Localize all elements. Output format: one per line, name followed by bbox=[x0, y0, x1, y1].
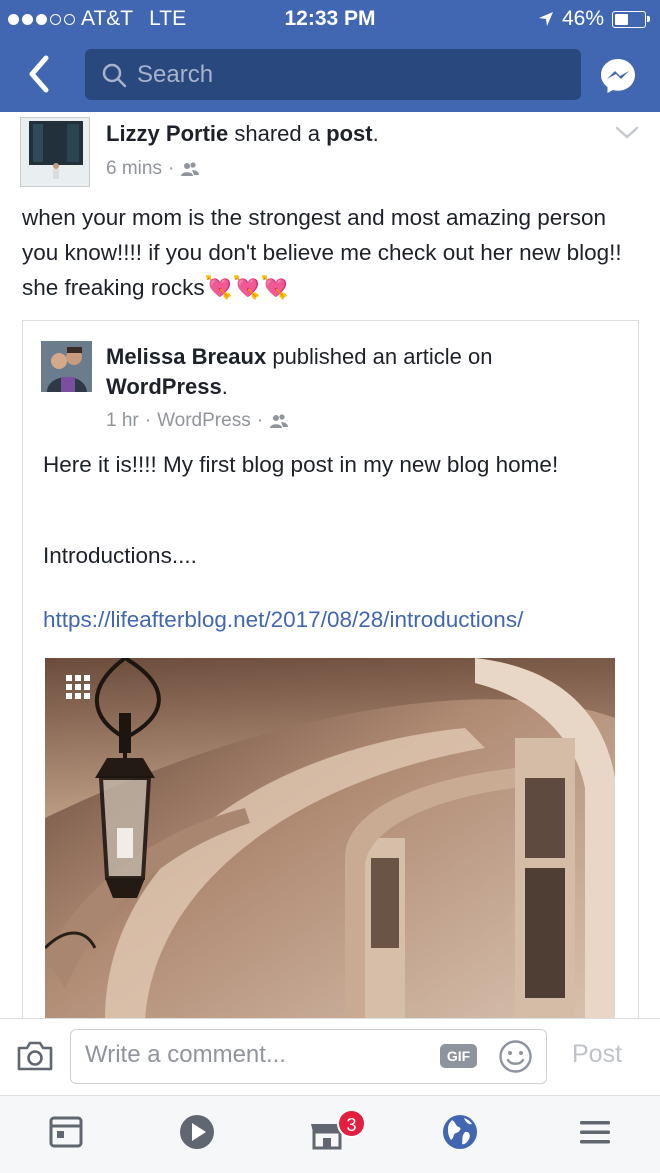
gif-button[interactable]: GIF bbox=[440, 1044, 477, 1068]
search-bar[interactable] bbox=[85, 49, 581, 100]
friends-icon bbox=[181, 162, 200, 176]
post-comment-button[interactable]: Post bbox=[572, 1040, 622, 1069]
shared-platform-suffix: . bbox=[221, 374, 228, 399]
shared-meta: 1 hr · WordPress · bbox=[106, 410, 289, 432]
post-timestamp[interactable]: 6 mins bbox=[106, 158, 162, 180]
author-avatar[interactable] bbox=[20, 117, 90, 187]
meta-separator: · bbox=[144, 410, 152, 431]
post-action-prefix: shared a bbox=[234, 121, 320, 146]
news-feed-icon[interactable] bbox=[44, 1110, 88, 1154]
shared-action: published an article on bbox=[272, 344, 493, 369]
grid-icon[interactable] bbox=[66, 675, 94, 701]
avatar-photo bbox=[41, 341, 92, 392]
friends-icon bbox=[270, 414, 289, 428]
battery-icon bbox=[612, 10, 650, 28]
author-name[interactable]: Lizzy Portie bbox=[106, 121, 228, 146]
meta-separator: · bbox=[256, 410, 264, 431]
search-icon bbox=[102, 63, 127, 87]
status-right: 46% bbox=[538, 7, 650, 31]
arcade-photo bbox=[45, 658, 615, 1020]
shared-author-avatar[interactable] bbox=[41, 341, 92, 392]
post-text: when your mom is the strongest and most … bbox=[22, 205, 622, 300]
location-arrow-icon bbox=[538, 12, 553, 26]
battery-percent: 46% bbox=[561, 7, 604, 30]
chevron-down-icon[interactable] bbox=[612, 122, 642, 144]
shared-intro: Introductions.... bbox=[43, 543, 197, 568]
shared-author-name[interactable]: Melissa Breaux bbox=[106, 344, 266, 369]
meta-separator: · bbox=[167, 158, 175, 179]
notification-badge: 3 bbox=[337, 1109, 366, 1138]
video-icon[interactable] bbox=[175, 1110, 219, 1154]
back-arrow-icon[interactable] bbox=[20, 52, 60, 96]
globe-icon[interactable] bbox=[438, 1110, 482, 1154]
status-bar: AT&T LTE 12:33 PM 46% bbox=[0, 0, 660, 38]
camera-icon[interactable] bbox=[16, 1040, 54, 1072]
emoji-icon[interactable] bbox=[498, 1039, 533, 1074]
article-link[interactable]: https://lifeafterblog.net/2017/08/28/int… bbox=[43, 607, 523, 633]
article-image[interactable] bbox=[45, 658, 615, 1020]
shared-timestamp[interactable]: 1 hr bbox=[106, 410, 139, 432]
shared-source[interactable]: WordPress bbox=[157, 410, 251, 432]
post-meta: 6 mins · bbox=[106, 158, 200, 180]
post-author-line: Lizzy Portie shared a post. bbox=[106, 121, 379, 147]
comment-input[interactable] bbox=[85, 1041, 425, 1069]
shared-platform[interactable]: WordPress bbox=[106, 374, 222, 399]
shared-text: Here it is!!!! My first blog post in my … bbox=[43, 452, 559, 477]
avatar-photo bbox=[21, 118, 89, 186]
post-action-object[interactable]: post bbox=[326, 121, 372, 146]
shared-author-line: Melissa Breaux published an article on W… bbox=[106, 342, 606, 402]
post-action-suffix: . bbox=[372, 121, 379, 146]
messenger-icon[interactable] bbox=[599, 57, 637, 95]
search-input[interactable] bbox=[137, 60, 537, 89]
menu-icon[interactable] bbox=[573, 1110, 617, 1154]
